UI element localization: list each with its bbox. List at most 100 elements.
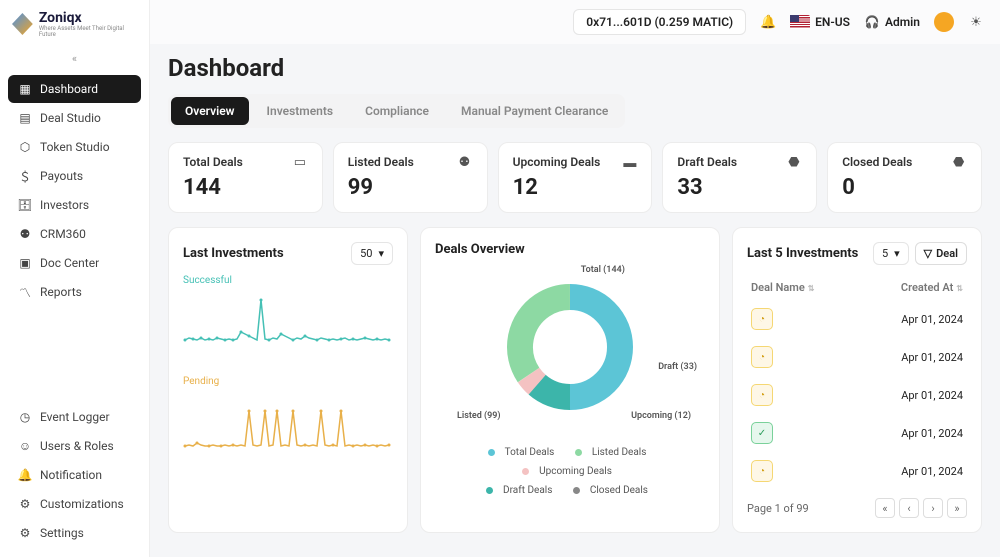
wallet-address[interactable]: 0x71...601D (0.259 MATIC) — [573, 9, 746, 35]
nav-bottom: ◷Event Logger ☺Users & Roles 🔔Notificati… — [0, 403, 149, 547]
chart-icon: 〽 — [18, 285, 32, 299]
layers-icon: ▤ — [18, 111, 32, 125]
cube-icon: ⬣ — [788, 155, 804, 171]
gear-icon: ⚙ — [18, 526, 32, 540]
headset-icon: 🎧 — [864, 14, 880, 30]
nav-deal-studio[interactable]: ▤Deal Studio — [8, 104, 141, 132]
nav-settings[interactable]: ⚙Settings — [8, 519, 141, 547]
last5-investments-card: Last 5 Investments 5▾ ▽Deal Deal Name⇅ C… — [732, 227, 982, 533]
tab-compliance[interactable]: Compliance — [351, 97, 443, 125]
document-icon: ▣ — [18, 256, 32, 270]
pager-last-button[interactable]: » — [947, 498, 967, 518]
pager-next-button[interactable]: › — [923, 498, 943, 518]
sparkline-successful — [183, 290, 393, 360]
nav-investors[interactable]: 🗄Investors — [8, 191, 141, 219]
brand-name: Zoniqx — [39, 10, 137, 26]
status-badge: ✓ — [751, 422, 773, 444]
table-header: Deal Name⇅ Created At⇅ — [747, 275, 967, 300]
status-badge: ◔ — [751, 384, 773, 406]
logo[interactable]: Zoniqx Where Assets Meet Their Digital F… — [0, 10, 149, 48]
user-icon: ☺ — [18, 439, 32, 453]
nav-payouts[interactable]: ＄Payouts — [8, 162, 141, 190]
grid-icon: ▦ — [18, 82, 32, 96]
last5-limit-select[interactable]: 5▾ — [873, 242, 909, 265]
deal-filter-button[interactable]: ▽Deal — [915, 242, 967, 265]
stat-draft-deals: Draft Deals33⬣ — [662, 142, 817, 213]
stat-total-deals: Total Deals144▭ — [168, 142, 323, 213]
status-badge: ◔ — [751, 308, 773, 330]
table-row[interactable]: ◔Apr 01, 2024 — [747, 376, 967, 414]
id-card-icon: ▭ — [294, 155, 310, 171]
deals-overview-title: Deals Overview — [435, 242, 705, 257]
donut-legend: Total Deals Listed Deals Upcoming Deals … — [435, 443, 705, 500]
table-row[interactable]: ◔Apr 01, 2024 — [747, 452, 967, 490]
people-icon: ⚉ — [459, 155, 475, 171]
last-investments-card: Last Investments 50▾ Successful Pending — [168, 227, 408, 533]
last-investments-limit-select[interactable]: 50▾ — [351, 242, 393, 265]
sidebar: Zoniqx Where Assets Meet Their Digital F… — [0, 0, 150, 557]
label-draft: Draft (33) — [658, 362, 697, 372]
filter-icon: ▽ — [924, 247, 932, 260]
avatar[interactable] — [934, 12, 954, 32]
nav-users-roles[interactable]: ☺Users & Roles — [8, 432, 141, 460]
hexagon-icon: ⬡ — [18, 140, 32, 154]
nav-crm360[interactable]: ⚉CRM360 — [8, 220, 141, 248]
stat-upcoming-deals: Upcoming Deals12▬ — [498, 142, 653, 213]
theme-toggle-icon[interactable]: ☀ — [968, 14, 984, 30]
sort-icon[interactable]: ⇅ — [808, 284, 815, 293]
table-row[interactable]: ◔Apr 01, 2024 — [747, 300, 967, 338]
stat-listed-deals: Listed Deals99⚉ — [333, 142, 488, 213]
sort-icon[interactable]: ⇅ — [956, 284, 963, 293]
us-flag-icon — [790, 15, 810, 29]
label-total: Total (144) — [581, 265, 625, 275]
nav-doc-center[interactable]: ▣Doc Center — [8, 249, 141, 277]
nav-customizations[interactable]: ⚙Customizations — [8, 490, 141, 518]
cash-icon: ＄ — [18, 169, 32, 183]
status-badge: ◔ — [751, 346, 773, 368]
series-pending-label: Pending — [183, 376, 393, 387]
pagination: Page 1 of 99 « ‹ › » — [747, 498, 967, 518]
status-badge: ◔ — [751, 460, 773, 482]
locale-selector[interactable]: EN-US — [790, 15, 850, 29]
stats-row: Total Deals144▭ Listed Deals99⚉ Upcoming… — [168, 142, 982, 213]
bell-icon: 🔔 — [18, 468, 32, 482]
logo-icon — [12, 13, 33, 35]
chevron-down-icon: ▾ — [894, 247, 900, 260]
tab-investments[interactable]: Investments — [253, 97, 348, 125]
card-icon: ▬ — [623, 155, 639, 171]
sliders-icon: ⚙ — [18, 497, 32, 511]
people-icon: ⚉ — [18, 227, 32, 241]
label-upcoming: Upcoming (12) — [631, 411, 691, 421]
admin-menu[interactable]: 🎧Admin — [864, 14, 920, 30]
tab-bar: Overview Investments Compliance Manual P… — [168, 94, 625, 128]
clock-icon: ◷ — [18, 410, 32, 424]
deals-overview-card: Deals Overview Total (144) Draft (33) — [420, 227, 720, 533]
nav-reports[interactable]: 〽Reports — [8, 278, 141, 306]
nav-token-studio[interactable]: ⬡Token Studio — [8, 133, 141, 161]
label-listed: Listed (99) — [457, 411, 501, 421]
last-investments-title: Last Investments — [183, 246, 284, 261]
donut-chart: Total (144) Draft (33) Upcoming (12) Lis… — [435, 257, 705, 437]
series-successful-label: Successful — [183, 275, 393, 286]
cube-icon: ⬣ — [953, 155, 969, 171]
notification-bell-icon[interactable]: 🔔 — [760, 14, 776, 30]
stat-closed-deals: Closed Deals0⬣ — [827, 142, 982, 213]
pager-first-button[interactable]: « — [875, 498, 895, 518]
nav-dashboard[interactable]: ▦Dashboard — [8, 75, 141, 103]
tab-overview[interactable]: Overview — [171, 97, 249, 125]
table-row[interactable]: ◔Apr 01, 2024 — [747, 338, 967, 376]
nav-event-logger[interactable]: ◷Event Logger — [8, 403, 141, 431]
pager-prev-button[interactable]: ‹ — [899, 498, 919, 518]
nav-notification[interactable]: 🔔Notification — [8, 461, 141, 489]
collapse-button[interactable]: « — [0, 48, 149, 75]
table-row[interactable]: ✓Apr 01, 2024 — [747, 414, 967, 452]
page-title: Dashboard — [168, 54, 982, 82]
brand-tagline: Where Assets Meet Their Digital Future — [39, 26, 137, 38]
topbar: 0x71...601D (0.259 MATIC) 🔔 EN-US 🎧Admin… — [150, 0, 1000, 44]
sparkline-pending — [183, 391, 393, 461]
last5-title: Last 5 Investments — [747, 246, 858, 261]
briefcase-icon: 🗄 — [18, 198, 32, 212]
tab-manual-payment[interactable]: Manual Payment Clearance — [447, 97, 622, 125]
nav-main: ▦Dashboard ▤Deal Studio ⬡Token Studio ＄P… — [0, 75, 149, 306]
chevron-down-icon: ▾ — [378, 247, 384, 260]
